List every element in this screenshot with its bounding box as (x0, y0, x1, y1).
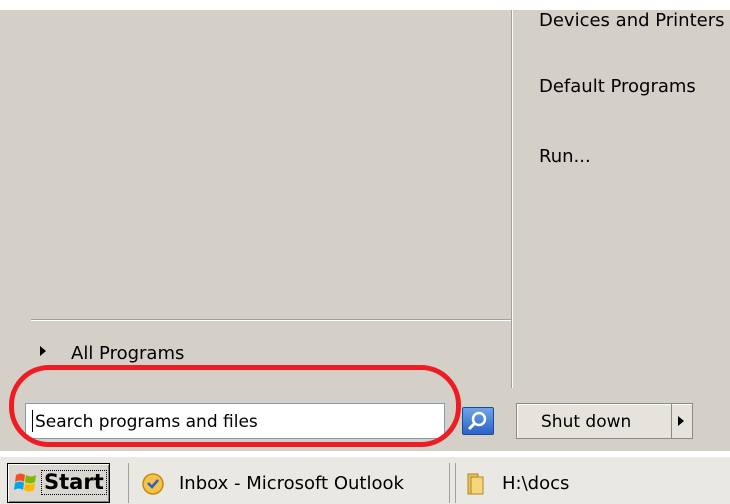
windows-logo-icon (14, 473, 36, 492)
shutdown-split-divider (671, 404, 672, 438)
shutdown-options-arrow-icon[interactable] (678, 416, 684, 426)
magnifier-icon (467, 411, 487, 431)
default-programs-link[interactable]: Default Programs (539, 76, 696, 97)
devices-and-printers-link[interactable]: Devices and Printers (539, 10, 725, 31)
taskbar-item-outlook[interactable]: Inbox - Microsoft Outlook (128, 463, 450, 503)
taskbar: Start Inbox - Microsoft Outlook H:\docs (0, 451, 730, 504)
all-programs-item[interactable]: All Programs (31, 333, 331, 363)
start-button[interactable]: Start (7, 463, 110, 503)
programs-separator (31, 319, 513, 320)
search-input[interactable]: Search programs and files (25, 403, 445, 439)
programs-pane: All Programs (9, 10, 513, 451)
search-button[interactable] (462, 407, 494, 435)
pane-divider (511, 10, 512, 388)
taskbar-item-folder[interactable]: H:\docs (455, 463, 730, 503)
shutdown-label: Shut down (541, 412, 632, 432)
start-label: Start (41, 470, 107, 495)
all-programs-label: All Programs (71, 343, 185, 363)
system-links-pane: Devices and Printers Default Programs Ru… (514, 10, 730, 451)
run-link[interactable]: Run... (539, 146, 591, 167)
expand-arrow-icon (40, 346, 46, 356)
outlook-icon (142, 473, 164, 495)
folder-task-label: H:\docs (502, 473, 570, 494)
shutdown-button[interactable]: Shut down (516, 403, 693, 439)
search-placeholder: Search programs and files (35, 412, 258, 432)
start-menu: All Programs Devices and Printers Defaul… (0, 10, 730, 451)
folder-icon (467, 473, 484, 495)
outlook-task-label: Inbox - Microsoft Outlook (179, 473, 404, 494)
text-caret (32, 410, 33, 432)
